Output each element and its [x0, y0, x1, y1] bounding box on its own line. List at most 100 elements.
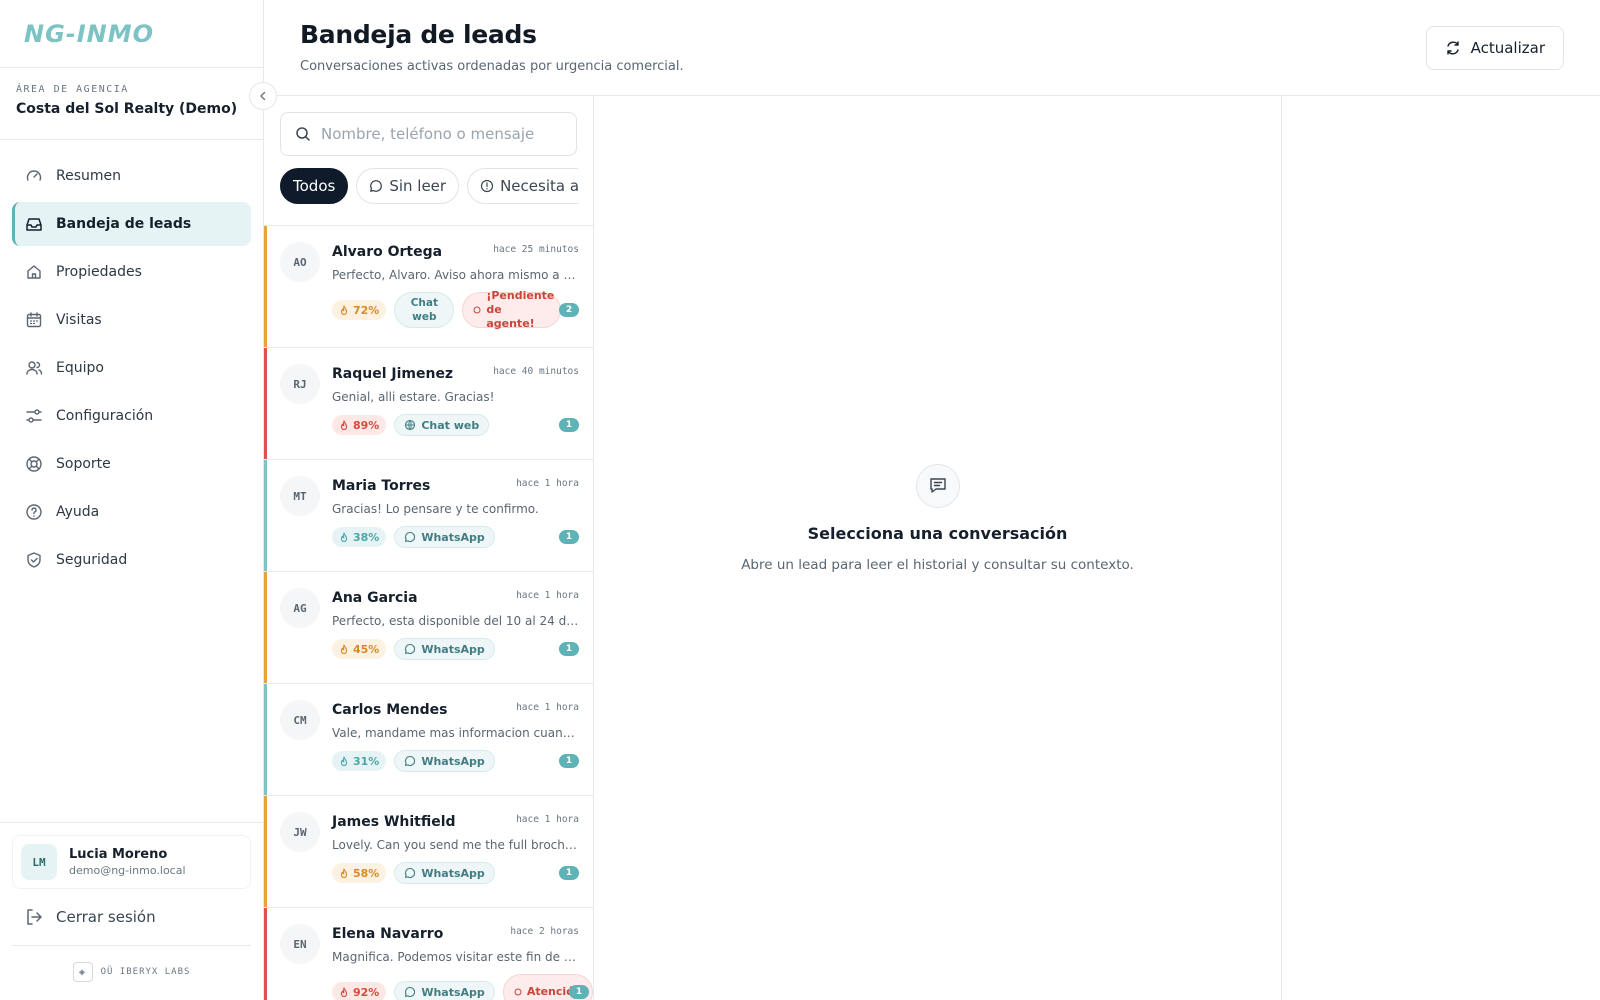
lead-score-value: 72% — [353, 303, 380, 317]
lead-score-badge: 89% — [332, 415, 387, 435]
lead-list: AO Alvaro Ortega hace 25 minutos Perfecto, … — [264, 226, 593, 1000]
conversation-panel: Selecciona una conversación Abre un lead… — [594, 96, 1282, 1000]
agency-panel: ÁREA DE AGENCIA Costa del Sol Realty (De… — [0, 68, 263, 140]
lead-header: Carlos Mendes hace 1 hora — [332, 700, 579, 718]
lead-row[interactable]: AO Alvaro Ortega hace 25 minutos Perfecto, … — [264, 226, 593, 348]
filter-chips: Todos Sin leer Necesita atención — [280, 168, 578, 204]
lead-last-message: Perfecto, Alvaro. Aviso ahora mismo a un… — [332, 268, 580, 282]
agency-kicker: ÁREA DE AGENCIA — [16, 84, 129, 95]
lead-name: Ana Garcia — [332, 590, 418, 606]
flame-icon — [339, 755, 349, 767]
channel-label: Chat web — [410, 297, 438, 323]
search-box — [280, 112, 577, 156]
filter-chip-label: Necesita atención — [500, 177, 578, 195]
lead-row[interactable]: JW James Whitfield hace 1 hora Lovely. Can … — [264, 796, 593, 908]
lead-row[interactable]: RJ Raquel Jimenez hace 40 minutos Genial, a… — [264, 348, 593, 460]
collapse-sidebar-button[interactable] — [249, 82, 277, 110]
lead-list-panel: Todos Sin leer Necesita atención AO Alvaro … — [264, 96, 594, 1000]
urgency-bar — [264, 908, 267, 1000]
channel-badge: Chat web — [394, 292, 455, 328]
gauge-icon — [24, 166, 44, 186]
sidebar-item-resumen[interactable]: Resumen — [12, 154, 251, 198]
unread-count-badge: 1 — [559, 754, 579, 768]
users-icon — [24, 358, 44, 378]
filter-chip-necesita-atenci-n[interactable]: Necesita atención — [467, 168, 578, 204]
filter-chip-sin-leer[interactable]: Sin leer — [356, 168, 460, 204]
channel-badge: Chat web — [394, 414, 490, 436]
sidebar-item-label: Soporte — [56, 456, 111, 472]
flame-icon — [339, 643, 349, 655]
refresh-icon — [1446, 41, 1459, 55]
filter-chip-todos[interactable]: Todos — [280, 168, 349, 204]
lead-header: Alvaro Ortega hace 25 minutos — [332, 242, 579, 260]
sidebar-item-label: Resumen — [56, 168, 122, 184]
lead-last-message: Lovely. Can you send me the full brochur… — [332, 838, 580, 852]
sidebar: NG-INMO ÁREA DE AGENCIA Costa del Sol Re… — [0, 0, 277, 1000]
urgency-bar — [264, 684, 267, 795]
channel-label: WhatsApp — [421, 642, 485, 656]
lead-name: James Whitfield — [332, 814, 456, 830]
lead-tags: 45% WhatsApp 1 — [332, 638, 579, 660]
lead-tags: 58% WhatsApp 1 — [332, 862, 579, 884]
lead-last-message: Magnifica. Podemos visitar este fin de s… — [332, 950, 580, 964]
logout-button[interactable]: Cerrar sesión — [12, 889, 251, 946]
channel-badge: WhatsApp — [394, 526, 495, 548]
lifebuoy-icon — [24, 454, 44, 474]
lead-row[interactable]: EN Elena Navarro hace 2 horas Magnifica. Po… — [264, 908, 593, 1000]
lead-header: Ana Garcia hace 1 hora — [332, 588, 579, 606]
flame-icon — [339, 867, 349, 879]
sidebar-item-label: Visitas — [56, 312, 102, 328]
message-square-icon — [915, 463, 960, 508]
alert-icon — [480, 179, 494, 193]
lead-score-value: 38% — [353, 530, 380, 544]
sidebar-item-label: Seguridad — [56, 552, 128, 568]
sidebar-item-ayuda[interactable]: Ayuda — [12, 490, 251, 534]
logout-label: Cerrar sesión — [56, 908, 156, 926]
sidebar-item-propiedades[interactable]: Propiedades — [12, 250, 251, 294]
avatar: MT — [280, 476, 320, 516]
lead-tags: 38% WhatsApp 1 — [332, 526, 579, 548]
avatar: CM — [280, 700, 320, 740]
sidebar-item-visitas[interactable]: Visitas — [12, 298, 251, 342]
avatar: RJ — [280, 364, 320, 404]
lead-row[interactable]: CM Carlos Mendes hace 1 hora Vale, mandame … — [264, 684, 593, 796]
sidebar-item-bandeja-de-leads[interactable]: Bandeja de leads — [12, 202, 251, 246]
sidebar-item-seguridad[interactable]: Seguridad — [12, 538, 251, 582]
brand-logo[interactable]: NG-INMO — [24, 20, 154, 48]
flame-icon — [339, 304, 349, 316]
channel-badge: WhatsApp — [394, 638, 495, 660]
lead-score-value: 58% — [353, 866, 380, 880]
lead-header: Raquel Jimenez hace 40 minutos — [332, 364, 579, 382]
sidebar-item-configuraci-n[interactable]: Configuración — [12, 394, 251, 438]
user-name: Lucia Moreno — [69, 847, 168, 862]
status-badge-label: ¡Pendiente de agente! — [486, 289, 555, 330]
page-title: Bandeja de leads — [300, 20, 537, 49]
lead-timestamp: hace 25 minutos — [493, 244, 579, 255]
channel-badge: WhatsApp — [394, 981, 495, 1000]
chat-icon — [404, 867, 416, 879]
flame-icon — [339, 419, 349, 431]
lead-score-badge: 92% — [332, 982, 387, 1000]
refresh-button[interactable]: Actualizar — [1425, 26, 1564, 70]
filter-chip-label: Sin leer — [389, 177, 447, 195]
user-card[interactable]: LM Lucia Moreno demo@ng-inmo.local — [12, 835, 251, 889]
lead-timestamp: hace 2 horas — [510, 926, 579, 937]
empty-state-subtitle: Abre un lead para leer el historial y co… — [741, 556, 1134, 573]
lead-row[interactable]: AG Ana Garcia hace 1 hora Perfecto, esta di… — [264, 572, 593, 684]
search-input[interactable] — [321, 125, 561, 143]
lead-header: Elena Navarro hace 2 horas — [332, 924, 579, 942]
urgency-bar — [264, 460, 267, 571]
lead-name: Carlos Mendes — [332, 702, 448, 718]
footer-brand-text: OÜ IBERYX LABS — [100, 967, 191, 977]
sidebar-item-equipo[interactable]: Equipo — [12, 346, 251, 390]
search-icon — [296, 127, 310, 141]
channel-label: WhatsApp — [421, 985, 485, 999]
lead-row[interactable]: MT Maria Torres hace 1 hora Gracias! Lo pen… — [264, 460, 593, 572]
sidebar-item-soporte[interactable]: Soporte — [12, 442, 251, 486]
lead-score-value: 31% — [353, 754, 380, 768]
chevron-left-icon — [260, 91, 266, 101]
unread-count-badge: 1 — [559, 418, 579, 432]
lead-name: Raquel Jimenez — [332, 366, 454, 382]
context-panel — [1282, 96, 1600, 1000]
lead-timestamp: hace 40 minutos — [493, 366, 579, 377]
